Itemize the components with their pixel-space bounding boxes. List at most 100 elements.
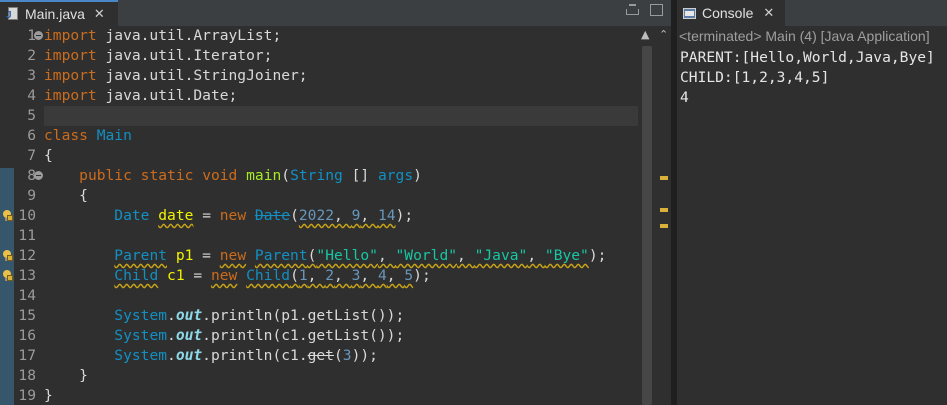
editor-tab-bar: J Main.java ✕ [0, 0, 671, 26]
change-indicator-bar [0, 168, 14, 405]
code-token: java.util.StringJoiner; [96, 67, 308, 84]
code-token: void [202, 167, 238, 184]
code-area[interactable]: import java.util.ArrayList; import java.u… [44, 26, 638, 405]
fold-toggle-icon[interactable] [34, 31, 43, 40]
current-line-highlight [44, 106, 638, 126]
code-token: get [307, 347, 334, 364]
editor-body[interactable]: 1 2 3 4 5 6 7 8 9 10 11 12 13 14 15 16 17 18 19 import jav… [0, 26, 671, 405]
code-token: = [193, 247, 220, 264]
code-token: import [44, 67, 97, 84]
code-token: 2 [325, 267, 335, 284]
code-line[interactable]: System.out.println(c1.getList()); [44, 326, 404, 346]
line-number: 15 [18, 307, 36, 324]
vertical-scrollbar[interactable]: ▲ [638, 26, 656, 405]
code-token: 5 [404, 267, 414, 284]
console-output-line: PARENT:[Hello,World,Java,Bye] [680, 49, 935, 66]
code-line[interactable]: { [44, 186, 88, 206]
code-line[interactable]: Child c1 = new Child(1, 2, 3, 4, 5); [44, 266, 430, 286]
maximize-button[interactable] [650, 4, 663, 16]
line-number: 17 [18, 347, 36, 364]
code-token: new [219, 207, 247, 224]
console-tab-bar: Console ✕ [677, 0, 947, 26]
code-token: ( [290, 267, 299, 284]
code-token: String [290, 167, 343, 184]
code-line[interactable]: import java.util.StringJoiner; [44, 66, 308, 86]
line-number: 5 [27, 107, 36, 124]
code-token: , [360, 267, 378, 284]
code-line[interactable]: } [44, 386, 53, 405]
code-token: { [44, 147, 53, 164]
line-number: 3 [27, 67, 36, 84]
code-token: , [334, 267, 352, 284]
code-line[interactable]: import java.util.Iterator; [44, 46, 272, 66]
warning-lightbulb-icon[interactable] [2, 210, 13, 222]
tab-console[interactable]: Console ✕ [677, 0, 785, 26]
code-line[interactable]: public static void main(String [] args) [44, 166, 422, 186]
scroll-thumb[interactable] [642, 46, 652, 405]
line-number: 7 [27, 147, 36, 164]
line-number: 4 [27, 87, 36, 104]
code-token: public [79, 167, 132, 184]
code-line[interactable]: Parent p1 = new Parent("Hello", "World",… [44, 246, 606, 266]
fold-toggle-icon[interactable] [34, 171, 43, 180]
overview-ruler[interactable]: ⌃ [656, 26, 671, 405]
line-number: 13 [18, 267, 36, 284]
code-token: . [167, 347, 176, 364]
minimize-button[interactable] [626, 4, 639, 15]
code-token: "Java" [474, 247, 528, 264]
line-number: 19 [18, 387, 36, 404]
close-icon[interactable]: ✕ [94, 7, 105, 22]
code-line[interactable]: import java.util.Date; [44, 86, 237, 106]
scroll-up-icon[interactable]: ▲ [641, 28, 649, 41]
code-token: p1 [175, 247, 194, 264]
code-token: new [219, 247, 247, 264]
code-line[interactable]: import java.util.ArrayList; [44, 26, 281, 46]
console-output-line: 4 [680, 89, 689, 106]
code-token: 2022 [298, 207, 335, 224]
code-token: System [114, 347, 168, 364]
code-line[interactable]: class Main [44, 126, 132, 146]
code-token: , [360, 207, 378, 224]
code-token: , [334, 207, 352, 224]
line-number: 10 [18, 207, 36, 224]
code-token: .println(p1.getList()); [202, 307, 405, 324]
code-line[interactable]: Date date = new Date(2022, 9, 14); [44, 206, 413, 226]
code-token: = [193, 207, 220, 224]
warning-lightbulb-icon[interactable] [2, 270, 13, 282]
warning-marker[interactable] [660, 208, 668, 212]
line-number: 18 [18, 367, 36, 384]
code-line[interactable]: { [44, 146, 53, 166]
code-token: System [114, 327, 168, 344]
code-token: Child [246, 267, 291, 284]
warning-marker[interactable] [660, 176, 668, 180]
warning-marker[interactable] [660, 224, 668, 228]
close-icon[interactable]: ✕ [763, 6, 774, 21]
code-token: .println(c1. [202, 347, 308, 364]
code-token: . [167, 327, 176, 344]
line-number: 2 [27, 47, 36, 64]
editor-pane: J Main.java ✕ 1 2 3 4 5 6 7 8 9 10 11 12 13 14 15 16 17 1… [0, 0, 671, 405]
code-token: out [175, 347, 203, 364]
code-token: 4 [377, 267, 387, 284]
code-token: ); [588, 247, 607, 264]
line-number: 12 [18, 247, 36, 264]
code-line[interactable]: System.out.println(p1.getList()); [44, 306, 404, 326]
code-token: java.util.Date; [96, 87, 238, 104]
code-token: date [158, 207, 194, 224]
console-status: <terminated> Main (4) [Java Application] [679, 28, 930, 44]
line-number: 9 [27, 187, 36, 204]
warning-lightbulb-icon[interactable] [2, 250, 13, 262]
console-pane: Console ✕ <terminated> Main (4) [Java Ap… [677, 0, 947, 405]
tab-main-java[interactable]: J Main.java ✕ [0, 0, 118, 26]
code-line[interactable]: System.out.println(c1.get(3)); [44, 346, 378, 366]
line-number: 14 [18, 287, 36, 304]
code-line[interactable]: } [44, 366, 88, 386]
